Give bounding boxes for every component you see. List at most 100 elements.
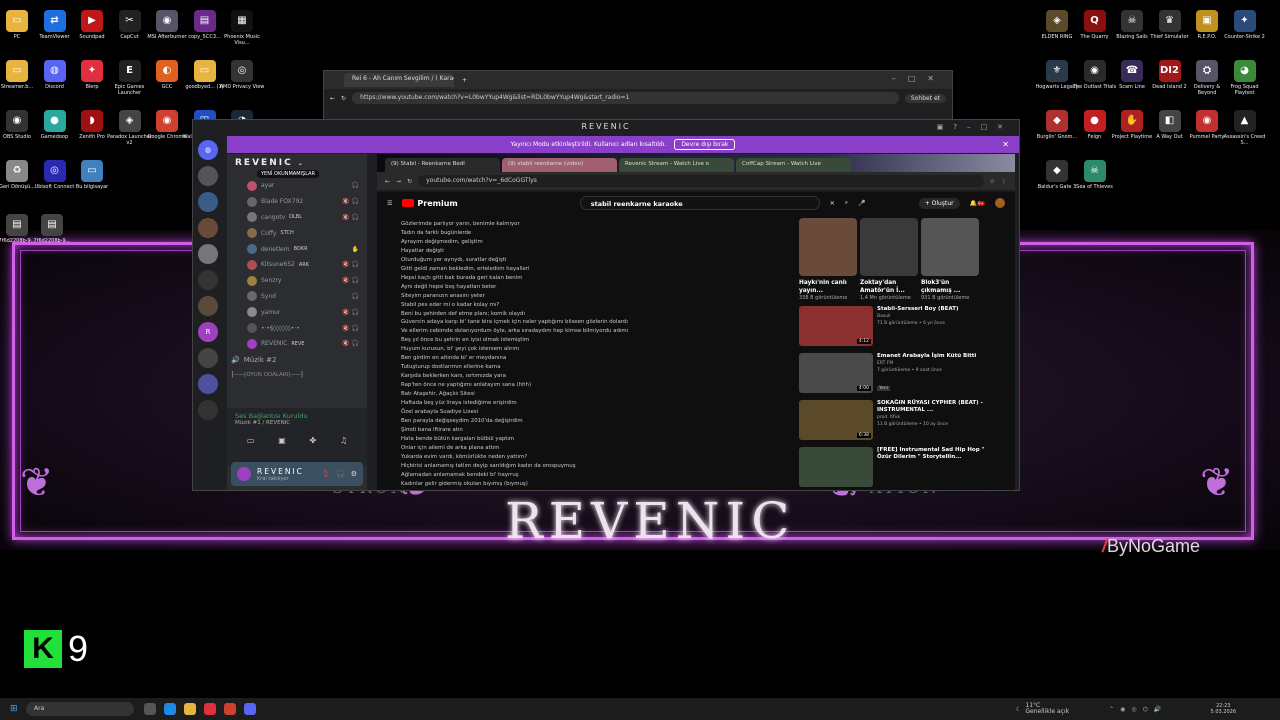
server-icon[interactable] xyxy=(198,374,218,394)
voice-member[interactable]: denetlem BOKR ✋ xyxy=(227,241,367,257)
discord-home-icon[interactable]: ◍ xyxy=(198,140,218,160)
youtube-search-input[interactable]: stabil reenkarne karaoke xyxy=(579,196,820,210)
avatar[interactable] xyxy=(247,180,257,191)
notifications-bell-icon[interactable]: 🔔9+ xyxy=(970,200,985,207)
video-title[interactable]: SOKAĞIN RÜYASI CYPHER (BEAT) - INSTRUMEN… xyxy=(877,400,999,414)
camera-icon[interactable]: ▭ xyxy=(247,436,255,445)
video-thumbnail[interactable]: 4:12 xyxy=(799,306,873,346)
volume-icon[interactable]: 🔊 xyxy=(1154,706,1161,713)
avatar[interactable] xyxy=(247,291,257,302)
video-title[interactable]: Emanet Arabayla İşim Kütü Bitti xyxy=(877,353,976,360)
windows-start-icon[interactable]: ⊞ xyxy=(10,704,18,714)
edge-profile-button[interactable]: Sohbet et xyxy=(904,93,946,103)
voice-channel-label[interactable]: Müzik #1 / REVENIC xyxy=(235,420,359,426)
stream-view[interactable]: (9) Stabil - Reenkarne Bedl (9) stabil r… xyxy=(377,154,1015,490)
video-item[interactable]: 4:00 Emanet Arabayla İşim Kütü Bitti ERT F… xyxy=(799,353,999,395)
desktop-icon[interactable]: ▤ 7f6d2208b-9... xyxy=(29,214,75,251)
new-tab-icon[interactable]: + xyxy=(462,77,467,84)
server-icon[interactable] xyxy=(198,166,218,186)
reload-icon[interactable]: ↻ xyxy=(407,178,412,185)
server-icon[interactable] xyxy=(198,218,218,238)
server-icon[interactable] xyxy=(198,400,218,420)
taskbar-clock[interactable]: 22:23 5.03.2026 xyxy=(1211,703,1236,715)
short-title[interactable]: Zoktay'dan Amatör'ün İ... xyxy=(860,279,918,295)
desktop-icon[interactable]: ☠ Sea of Thieves xyxy=(1072,160,1118,197)
desktop-icon[interactable]: ▦ Phoenix Music Visu... xyxy=(219,10,265,47)
desktop-icon[interactable]: ✦ Counter-Strike 2 xyxy=(1222,10,1268,47)
avatar[interactable] xyxy=(247,275,257,286)
chrome-taskbar-icon[interactable] xyxy=(224,703,236,715)
reload-icon[interactable]: ↻ xyxy=(341,95,346,102)
avatar[interactable] xyxy=(247,338,257,349)
network-icon[interactable]: ⌬ xyxy=(1143,706,1148,713)
server-icon[interactable] xyxy=(198,244,218,264)
short-thumbnail[interactable] xyxy=(921,218,979,276)
deafen-icon[interactable]: 🎧 xyxy=(336,470,345,478)
voice-member[interactable]: Blade FOX792 🔇 🎧 xyxy=(227,194,367,210)
short-card[interactable]: Blok3'ün çıkmamış ... 931 B görüntüleme xyxy=(921,218,979,301)
desktop-icon[interactable]: ▭ Bu bilgisayar xyxy=(69,160,115,197)
soundboard-icon[interactable]: ♫ xyxy=(340,436,347,445)
video-channel[interactable]: ERT FM xyxy=(877,360,976,367)
video-channel[interactable]: prod. tifuk xyxy=(877,414,999,421)
short-title[interactable]: Haykı'nin canlı yayın... xyxy=(799,279,857,295)
server-icon[interactable] xyxy=(198,348,218,368)
edge-tab[interactable]: Rei 6 - Ah Canım Sevgilim / ( Karao xyxy=(344,73,454,87)
screen-share-icon[interactable]: ▣ xyxy=(278,436,286,445)
taskbar-search[interactable]: Ara xyxy=(26,702,134,716)
short-thumbnail[interactable] xyxy=(799,218,857,276)
avatar[interactable] xyxy=(247,307,257,318)
server-name[interactable]: REVENIC ⌄ xyxy=(227,154,367,170)
back-icon[interactable]: ← xyxy=(330,95,335,102)
tray-app-icon[interactable]: ◉ xyxy=(1120,706,1125,713)
blerp-taskbar-icon[interactable] xyxy=(204,703,216,715)
bookmark-star-icon[interactable]: ☆ xyxy=(990,178,995,185)
disable-streamer-mode-button[interactable]: Devre dışı bırak xyxy=(674,139,736,150)
chrome-tab[interactable]: (9) Stabil - Reenkarne Bedl xyxy=(385,158,500,172)
avatar[interactable] xyxy=(247,212,257,223)
explorer-taskbar-icon[interactable] xyxy=(184,703,196,715)
tray-app-icon[interactable]: ◎ xyxy=(1131,706,1136,713)
back-icon[interactable]: ← xyxy=(385,178,390,185)
revenic-server-icon[interactable]: R xyxy=(198,322,218,342)
close-notice-icon[interactable]: ✕ xyxy=(1002,140,1009,149)
avatar[interactable] xyxy=(247,228,257,239)
voice-member[interactable]: ayar 🎧 xyxy=(227,178,367,194)
search-icon[interactable]: ⌕ xyxy=(845,199,848,207)
create-button[interactable]: + Oluştur xyxy=(918,197,960,209)
youtube-logo[interactable]: Premium xyxy=(402,199,458,208)
edge-url-input[interactable]: https://www.youtube.com/watch?v=L0bwYYup… xyxy=(352,92,899,104)
server-icon[interactable] xyxy=(198,270,218,290)
voice-member[interactable]: •·•§◊◊◊◊◊◊•·• 🔇 🎧 xyxy=(227,320,367,336)
avatar[interactable] xyxy=(247,259,257,270)
discord-window[interactable]: REVENIC ▣?–□✕ Yayıncı Modu etkinleştiril… xyxy=(192,119,1020,491)
voice-member[interactable]: Synd 🎧 xyxy=(227,289,367,305)
voice-member[interactable]: Kitsune652 ARK 🔇 🎧 xyxy=(227,257,367,273)
voice-member[interactable]: REVENIC REVE 🔇 🎧 xyxy=(227,336,367,352)
video-title[interactable]: Stabil-Sersseri Boy (BEAT) xyxy=(877,306,959,313)
chrome-tab[interactable]: (9) stabil reenkarne (video) xyxy=(502,158,617,172)
short-thumbnail[interactable] xyxy=(860,218,918,276)
channel-muzik-2[interactable]: 🔊 Müzik #2 xyxy=(227,352,367,368)
avatar[interactable] xyxy=(237,467,251,481)
settings-gear-icon[interactable]: ⚙ xyxy=(351,470,357,478)
forward-icon[interactable]: → xyxy=(396,178,401,185)
video-item[interactable]: 4:12 Stabil-Sersseri Boy (BEAT) Basuli 71 B… xyxy=(799,306,999,348)
avatar[interactable] xyxy=(247,196,257,207)
weather-widget[interactable]: ☾ 11°C Genellikle açık xyxy=(1016,703,1069,715)
mute-icon[interactable]: 🎙 xyxy=(321,470,330,478)
desktop-icon[interactable]: ◎ AMD Privacy View xyxy=(219,60,265,97)
video-thumbnail[interactable]: 6:38 xyxy=(799,400,873,440)
menu-dots-icon[interactable]: ⋮ xyxy=(1001,178,1007,185)
video-channel[interactable]: Basuli xyxy=(877,313,959,320)
video-item[interactable]: 6:38 SOKAĞIN RÜYASI CYPHER (BEAT) - INSTR… xyxy=(799,400,999,442)
discord-taskbar-icon[interactable] xyxy=(244,703,256,715)
video-item[interactable]: [FREE] Instrumental Sad Hip Hop " Özür D… xyxy=(799,447,999,489)
chrome-url-input[interactable]: youtube.com/watch?v=_6dCoGGTlys xyxy=(418,175,984,187)
edge-window-controls[interactable]: –□✕ xyxy=(892,74,946,83)
avatar[interactable] xyxy=(247,323,257,334)
discord-window-controls[interactable]: ▣?–□✕ xyxy=(937,120,1013,134)
chrome-tab[interactable]: Revenic Stream - Watch Live o xyxy=(619,158,734,172)
video-thumbnail[interactable]: 4:00 xyxy=(799,353,873,393)
short-card[interactable]: Haykı'nin canlı yayın... 338 B görüntülem… xyxy=(799,218,857,301)
